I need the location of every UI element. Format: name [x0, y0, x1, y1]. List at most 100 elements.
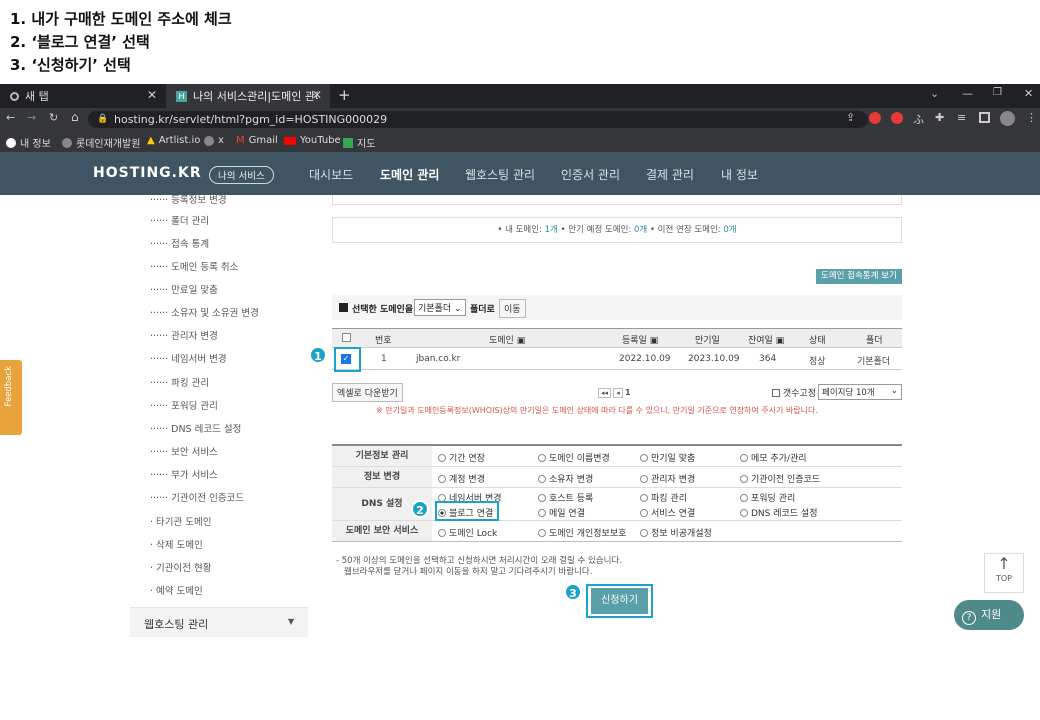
bookmark-item[interactable]: ▲ Artlist.io [147, 135, 200, 146]
sidebar-item[interactable]: · 타기관 도메인 [150, 514, 212, 528]
chrome-icon [10, 91, 19, 101]
media-icon[interactable]: ≡ [957, 111, 966, 124]
sidebar-item[interactable]: ······ 기관이전 인증코드 [150, 490, 244, 504]
extension-icon[interactable] [891, 112, 903, 124]
sidebar-item[interactable]: ······ 파킹 관리 [150, 375, 209, 389]
bookmark-item[interactable]: 지도 [343, 135, 375, 150]
move-button[interactable]: 이동 [499, 299, 526, 318]
sidebar-item[interactable]: ······ 소유자 및 소유권 변경 [150, 305, 259, 319]
extension-icon[interactable]: ふ [913, 111, 924, 127]
sidebar-item[interactable]: ······ 네임서버 변경 [150, 351, 227, 365]
sidebar-item[interactable]: ······ 만료일 맞춤 [150, 282, 218, 296]
site-navbar: HOSTING.KR 나의 서비스 대시보드 도메인 관리 웹호스팅 관리 인증… [0, 152, 1040, 195]
option-rename[interactable]: 도메인 이름변경 [538, 451, 610, 464]
option-forwarding[interactable]: 포워딩 관리 [740, 491, 795, 504]
option-parking[interactable]: 파킹 관리 [640, 491, 687, 504]
new-tab-icon[interactable]: + [338, 86, 351, 104]
maximize-icon[interactable]: ❐ [993, 87, 1002, 98]
option-lock[interactable]: 도메인 Lock [438, 526, 497, 539]
menu-icon[interactable]: ⋮ [1026, 111, 1037, 124]
option-authcode[interactable]: 기관이전 인증코드 [740, 472, 820, 485]
sidebar-item[interactable]: ······ 도메인 등록 취소 [150, 259, 238, 273]
support-button[interactable]: ? 지원 [954, 600, 1024, 630]
bookmark-item[interactable]: M Gmail [236, 135, 278, 146]
gmail-icon: M [236, 135, 245, 146]
tab-hosting[interactable]: H 나의 서비스관리|도메인 관리|보 ✕ [166, 84, 330, 108]
instruction-2: 2. ‘블로그 연결’ 선택 [10, 33, 150, 51]
forward-icon[interactable]: → [27, 111, 36, 124]
per-page-select[interactable]: 페이지당 10개 ⌄ [818, 384, 902, 400]
sort-regdate[interactable]: 등록일 ▣ [622, 333, 658, 346]
option-privacy[interactable]: 도메인 개인정보보호 [538, 526, 626, 539]
sidepanel-icon[interactable] [979, 112, 990, 123]
stats-button[interactable]: 도메인 접속통계 보기 [816, 269, 902, 284]
caret-down-icon: ▼ [288, 617, 295, 626]
sidebar-item[interactable]: ······ 포워딩 관리 [150, 398, 218, 412]
nav-dashboard[interactable]: 대시보드 [309, 166, 353, 183]
sidebar-item[interactable]: ······ 접속 통계 [150, 236, 209, 250]
fix-count-checkbox[interactable]: 갯수고정 [772, 386, 816, 399]
tab-title: 새 탭 [25, 90, 49, 103]
sort-remain[interactable]: 잔여일 ▣ [748, 333, 784, 346]
extension-icon[interactable] [869, 112, 881, 124]
option-dns-record[interactable]: DNS 레코드 설정 [740, 506, 818, 519]
option-account[interactable]: 계정 변경 [438, 472, 485, 485]
sidebar-item[interactable]: · 기관이전 현황 [150, 560, 212, 574]
close-window-icon[interactable]: ✕ [1024, 87, 1033, 100]
option-hide-info[interactable]: 정보 비공개설정 [640, 526, 712, 539]
close-tab-icon[interactable]: ✕ [147, 88, 157, 102]
profile-avatar[interactable] [1000, 111, 1015, 126]
option-owner[interactable]: 소유자 변경 [538, 472, 593, 485]
bookmark-item[interactable]: x [204, 135, 224, 146]
submit-button[interactable]: 신청하기 [591, 588, 648, 614]
home-icon[interactable]: ⌂ [71, 110, 79, 124]
table-row[interactable]: ✓ 1 jban.co.kr 2022.10.09 2023.10.09 364… [332, 348, 902, 370]
puzzle-icon[interactable]: ✚ [935, 111, 944, 124]
url-text: hosting.kr/servlet/html?pgm_id=HOSTING00… [114, 113, 388, 126]
option-admin[interactable]: 관리자 변경 [640, 472, 695, 485]
sidebar-item[interactable]: · 삭제 도메인 [150, 537, 203, 551]
nav-myinfo[interactable]: 내 정보 [721, 166, 758, 183]
sidebar-item[interactable]: ······ 보안 서비스 [150, 444, 218, 458]
sort-domain[interactable]: 도메인 ▣ [489, 333, 525, 346]
prev-page-icon[interactable]: ◂ [613, 388, 623, 398]
sidebar-item[interactable]: ······ 등록정보 변경 [150, 192, 227, 206]
option-memo[interactable]: 메모 추가/관리 [740, 451, 807, 464]
my-service-badge[interactable]: 나의 서비스 [209, 166, 274, 184]
minimize-icon[interactable]: — [962, 87, 973, 100]
domain-cell[interactable]: jban.co.kr [416, 354, 460, 364]
share-icon[interactable]: ⇪ [846, 111, 855, 124]
sidebar-item[interactable]: ······ 폴더 관리 [150, 213, 209, 227]
sidebar-item[interactable]: ······ 부가 서비스 [150, 467, 218, 481]
folder-select[interactable]: 기본폴더 ⌄ [414, 299, 466, 316]
url-field[interactable]: 🔒 hosting.kr/servlet/html?pgm_id=HOSTING0… [88, 111, 868, 128]
sidebar-item[interactable]: ······ DNS 레코드 설정 [150, 421, 241, 435]
nav-certificate[interactable]: 인증서 관리 [561, 166, 620, 183]
sidebar-item[interactable]: · 예약 도메인 [150, 583, 203, 597]
tab-new[interactable]: 새 탭 ✕ [0, 84, 165, 108]
close-tab-icon[interactable]: ✕ [312, 88, 322, 102]
site-logo[interactable]: HOSTING.KR [93, 165, 202, 181]
first-page-icon[interactable]: ◂◂ [598, 388, 612, 398]
option-service[interactable]: 서비스 연결 [640, 506, 695, 519]
option-expire-match[interactable]: 만기일 맞춤 [640, 451, 695, 464]
reload-icon[interactable]: ↻ [49, 111, 58, 124]
excel-download-button[interactable]: 엑셀로 다운받기 [332, 383, 403, 402]
select-all-checkbox[interactable] [342, 333, 351, 342]
sidebar-item[interactable]: ······ 관리자 변경 [150, 328, 218, 342]
nav-domain[interactable]: 도메인 관리 [380, 166, 439, 183]
option-extend[interactable]: 기간 연장 [438, 451, 485, 464]
bookmark-item[interactable]: 내 정보 [6, 135, 51, 150]
nav-payment[interactable]: 결제 관리 [646, 166, 694, 183]
bookmark-item[interactable]: YouTube [284, 135, 341, 146]
tab-search-icon[interactable]: ⌄ [930, 87, 939, 100]
lock-icon: 🔒 [97, 114, 109, 124]
option-host[interactable]: 호스트 등록 [538, 491, 593, 504]
top-button[interactable]: ↑ TOP [984, 553, 1024, 593]
sidebar-webhosting[interactable]: 웹호스팅 관리 ▼ [130, 607, 308, 637]
nav-webhosting[interactable]: 웹호스팅 관리 [465, 166, 535, 183]
feedback-tab[interactable]: Feedback [0, 360, 22, 435]
option-mail[interactable]: 메일 연결 [538, 506, 585, 519]
bookmark-item[interactable]: 롯데인재개발원 [62, 135, 140, 150]
back-icon[interactable]: ← [6, 111, 15, 124]
